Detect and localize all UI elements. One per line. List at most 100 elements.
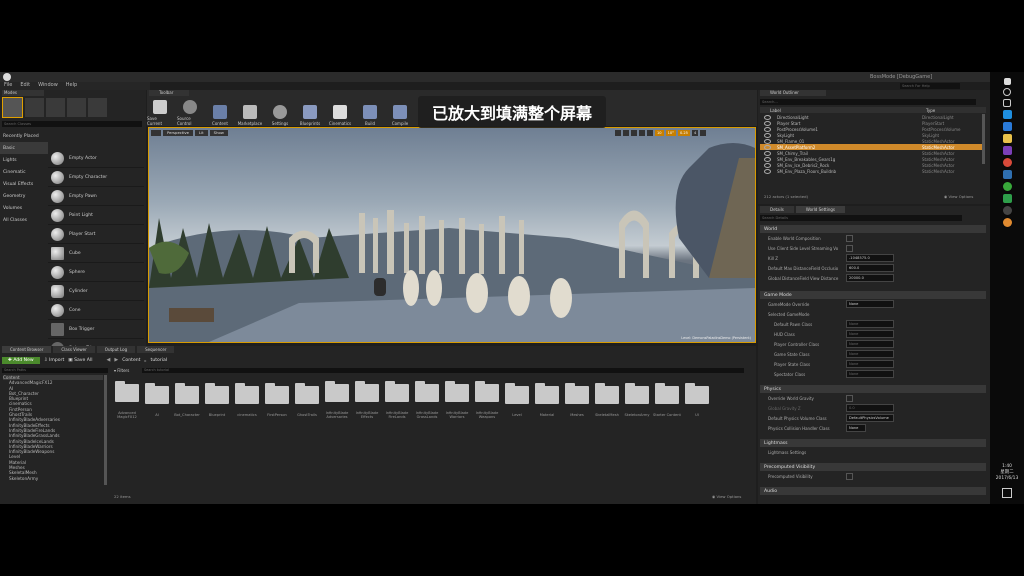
perspective-button[interactable]: Perspective — [163, 130, 193, 136]
placeable-item[interactable]: Cylinder — [48, 282, 144, 301]
section-audio[interactable]: Audio — [760, 487, 986, 495]
outliner-tab[interactable]: World Outliner — [760, 90, 826, 96]
gravity-z-field[interactable]: 0.0 — [846, 404, 894, 412]
outliner-search-input[interactable]: Search... — [760, 99, 976, 105]
translate-tool-icon[interactable] — [615, 130, 621, 136]
scale-snap-value[interactable]: 0.25 — [677, 130, 690, 136]
outliner-row[interactable]: SM_Env_Plaza_Floors_Buildnb StaticMeshAct… — [760, 168, 982, 174]
physics-volume-select[interactable]: DefaultPhysicsVolume — [846, 414, 894, 422]
placeable-item[interactable]: Cube — [48, 244, 144, 263]
maximize-viewport-icon[interactable] — [700, 130, 707, 136]
task-view-icon[interactable] — [1003, 99, 1011, 107]
game-state-class-select[interactable]: None — [846, 350, 894, 358]
checkbox[interactable] — [846, 472, 853, 480]
folder-item[interactable]: AI — [142, 383, 172, 417]
menu-help[interactable]: Help — [66, 82, 77, 90]
tab-content-browser[interactable]: Content Browser — [2, 346, 52, 353]
modes-tab[interactable]: Modes — [2, 90, 44, 96]
tree-item[interactable]: SkeletonArmy — [3, 476, 103, 481]
view-options-button[interactable]: ◉ View Options — [712, 494, 741, 499]
path-current[interactable]: tutorial — [151, 358, 168, 363]
section-world[interactable]: World — [760, 225, 986, 233]
folder-item[interactable]: Starter Content — [652, 383, 682, 417]
menu-edit[interactable]: Edit — [20, 82, 30, 90]
blueprints-button[interactable]: Blueprints — [297, 96, 323, 126]
placeable-item[interactable]: Point Light — [48, 206, 144, 225]
category-recently-placed[interactable]: Recently Placed — [0, 130, 48, 142]
gamemode-override-select[interactable]: None — [846, 300, 894, 308]
camera-speed-value[interactable]: 4 — [691, 130, 699, 136]
import-button[interactable]: ⇩ Import — [44, 358, 65, 363]
folder-item[interactable]: InfinityBlade Effects — [352, 381, 382, 419]
folder-item[interactable]: Level — [502, 383, 532, 417]
search-paths-input[interactable]: Search Paths — [2, 368, 108, 373]
source-control-button[interactable]: Source Control — [177, 96, 203, 126]
visibility-eye-icon[interactable] — [764, 120, 771, 126]
tab-output-log[interactable]: Output Log — [96, 346, 136, 353]
landscape-mode-icon[interactable] — [46, 98, 65, 117]
visibility-eye-icon[interactable] — [764, 132, 771, 138]
asset-search-input[interactable]: Search tutorial — [142, 368, 744, 373]
folder-item[interactable]: GhostTrails — [292, 383, 322, 417]
visual-studio-icon[interactable] — [1002, 146, 1012, 155]
category-all-classes[interactable]: All Classes — [0, 214, 48, 226]
label-column-header[interactable]: Label — [770, 108, 781, 113]
search-taskbar-icon[interactable] — [1003, 88, 1011, 96]
rotate-tool-icon[interactable] — [623, 130, 629, 136]
df-occlusion-field[interactable]: 600.0 — [846, 264, 894, 272]
visibility-eye-icon[interactable] — [764, 162, 771, 168]
outliner-scrollbar[interactable] — [982, 114, 985, 164]
category-geometry[interactable]: Geometry — [0, 190, 48, 202]
outliner-view-options-button[interactable]: ◉ View Options — [944, 194, 973, 199]
category-lights[interactable]: Lights — [0, 154, 48, 166]
visibility-eye-icon[interactable] — [764, 114, 771, 120]
edge-browser-icon[interactable] — [1002, 110, 1012, 119]
surface-snap-icon[interactable] — [647, 130, 653, 136]
placeable-item[interactable]: Box Trigger — [48, 320, 144, 339]
path-root[interactable]: Content — [122, 358, 140, 363]
paint-mode-icon[interactable] — [25, 98, 44, 117]
viewport-options-button[interactable] — [151, 130, 161, 136]
place-mode-icon[interactable] — [2, 97, 23, 118]
cinematics-button[interactable]: Cinematics — [327, 96, 353, 126]
level-viewport[interactable]: Perspective Lit Show 10 10° 0.25 4 Level… — [148, 127, 756, 343]
placeable-item[interactable]: Player Start — [48, 225, 144, 244]
hud-class-select[interactable]: None — [846, 330, 894, 338]
unreal-taskbar-icon[interactable] — [1002, 206, 1012, 215]
nav-back-icon[interactable]: ◀ — [107, 357, 111, 363]
placeable-item[interactable]: Sphere — [48, 263, 144, 282]
foliage-mode-icon[interactable] — [67, 98, 86, 117]
spectator-class-select[interactable]: None — [846, 370, 894, 378]
build-button[interactable]: Build — [357, 96, 383, 126]
world-local-icon[interactable] — [639, 130, 645, 136]
save-current-button[interactable]: Save Current — [147, 96, 173, 126]
details-search-input[interactable]: Search Details — [760, 215, 962, 221]
folder-item[interactable]: Material — [532, 383, 562, 417]
tab-world-settings[interactable]: World Settings — [795, 206, 846, 213]
notification-icon[interactable] — [1002, 488, 1012, 498]
type-column-header[interactable]: Type — [926, 108, 986, 113]
tab-sequencer[interactable]: Sequencer — [137, 346, 175, 353]
folder-item[interactable]: Blueprint — [202, 383, 232, 417]
tab-class-viewer[interactable]: Class Viewer — [53, 346, 95, 353]
player-state-class-select[interactable]: None — [846, 360, 894, 368]
category-volumes[interactable]: Volumes — [0, 202, 48, 214]
folder-item[interactable]: cinematics — [232, 383, 262, 417]
section-lightmass[interactable]: Lightmass — [760, 439, 986, 447]
filters-button[interactable]: ▾ Filters — [114, 368, 129, 373]
kill-z-field[interactable]: -1048575.0 — [846, 254, 894, 262]
checkbox[interactable] — [846, 234, 853, 242]
lit-button[interactable]: Lit — [195, 130, 208, 136]
rotation-snap-value[interactable]: 10° — [665, 130, 676, 136]
visibility-eye-icon[interactable] — [764, 168, 771, 174]
folder-item[interactable]: InfinityBlade FireLands — [382, 381, 412, 419]
folder-item[interactable]: Meshes — [562, 383, 592, 417]
geometry-mode-icon[interactable] — [88, 98, 107, 117]
show-button[interactable]: Show — [209, 130, 228, 136]
visibility-eye-icon[interactable] — [764, 144, 771, 150]
folder-item[interactable]: InfinityBlade Weapons — [472, 381, 502, 419]
collision-handler-select[interactable]: None — [846, 424, 866, 432]
tab-details[interactable]: Details — [760, 206, 794, 213]
chrome-icon[interactable] — [1002, 158, 1012, 167]
placeable-item[interactable]: Empty Pawn — [48, 187, 144, 206]
